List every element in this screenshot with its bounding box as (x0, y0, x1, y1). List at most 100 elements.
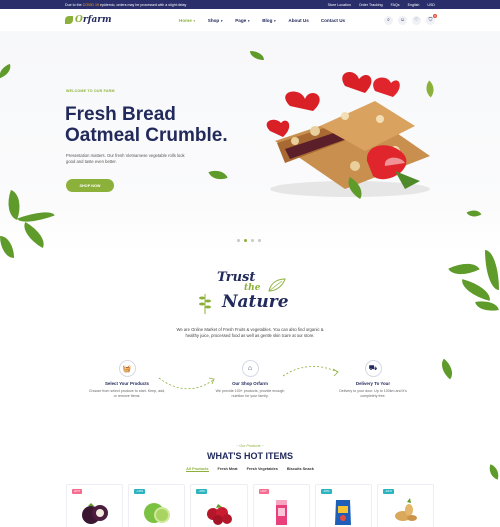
about-text: We are Online Market of Fresh Fruits & v… (176, 327, 324, 339)
search-icon[interactable]: ⌕ (384, 15, 393, 25)
herb-sprig-icon (199, 294, 211, 314)
nav-about-us[interactable]: About Us (288, 18, 308, 23)
nav-page-label: Page (235, 17, 247, 23)
chevron-down-icon: ▼ (220, 18, 224, 23)
tab-all-products[interactable]: All Products (186, 467, 209, 472)
product-tag: HOT (72, 489, 83, 494)
tab-biscuits-snack[interactable]: Biscuits Snack (287, 467, 314, 472)
cart-count-badge: 0 (433, 13, 437, 18)
product-card[interactable]: -20% (190, 484, 248, 527)
hero-slider: WELCOME TO OUR FARM Fresh Bread Oatmeal … (0, 31, 500, 251)
leaf-logo-icon (65, 16, 73, 24)
tab-fresh-meat[interactable]: Fresh Meat (218, 467, 238, 472)
nav-contact-us[interactable]: Contact Us (321, 18, 345, 23)
leaf-icon (466, 206, 482, 221)
faqs-link[interactable]: FAQs (391, 3, 400, 7)
shop-now-button[interactable]: SHOP NOW (66, 179, 114, 192)
topbar-links: Store Location Order Tracking FAQs Engli… (328, 3, 435, 7)
product-tag: HOT (258, 489, 269, 494)
wishlist-icon[interactable]: ♡ (412, 15, 421, 25)
leaf-icon (0, 63, 14, 79)
hot-items-title: WHAT'S HOT ITEMS (207, 451, 293, 461)
snack-bag-icon (335, 500, 352, 525)
logo-text-a: O (75, 15, 83, 25)
covid-notice: Due to the COVID 19 epidemic, orders may… (65, 3, 328, 7)
logo-text: Orfarm (75, 15, 112, 25)
chevron-down-icon: ▼ (247, 18, 251, 23)
slider-dot[interactable] (237, 239, 240, 242)
product-grid: HOT -10% -20% HOT -10% -10% (66, 484, 435, 527)
site-logo[interactable]: Orfarm (65, 15, 135, 25)
language-select[interactable]: English (408, 3, 420, 7)
store-icon: ⌂ (241, 360, 259, 377)
product-card[interactable]: HOT (66, 484, 124, 527)
main-header: Orfarm Home▼ Shop▼ Page▼ Blog▼ About Us … (0, 9, 500, 31)
step-description: Choose from select produce to start. Kee… (88, 389, 166, 398)
slider-dot[interactable] (258, 239, 261, 242)
product-card[interactable]: -10% (128, 484, 186, 527)
product-tag: -20% (196, 489, 208, 494)
leaf-sketch-icon (268, 278, 286, 292)
leaf-icon (208, 166, 228, 184)
leaf-branch-icon (458, 279, 494, 301)
product-card[interactable]: HOT (252, 484, 310, 527)
main-nav: Home▼ Shop▼ Page▼ Blog▼ About Us Contact… (179, 18, 345, 23)
cart-icon[interactable]: ⛉ 0 (426, 13, 437, 25)
step-description: We provide 100+ products, provide enough… (215, 389, 285, 398)
dashed-arrow-icon (158, 377, 215, 390)
leaf-icon (436, 358, 458, 380)
mangosteen-icon (81, 503, 108, 524)
step-title: Our Shop Orfarm (232, 381, 268, 386)
step-our-shop: ⌂ Our Shop Orfarm We provide 100+ produc… (210, 360, 290, 399)
user-icon[interactable]: ☺ (398, 15, 407, 25)
product-tag: -10% (320, 489, 332, 494)
nav-shop-label: Shop (207, 17, 220, 23)
nav-shop[interactable]: Shop▼ (208, 18, 223, 23)
basket-icon: 🧺 (118, 360, 136, 377)
logo-text-b: rfarm (82, 15, 112, 25)
nav-home-label: Home (179, 17, 192, 23)
leaf-icon (250, 51, 264, 60)
product-card[interactable]: -10% (314, 484, 372, 527)
store-location-link[interactable]: Store Location (328, 3, 351, 7)
juice-box-icon (276, 500, 288, 525)
leaf-branch-icon (448, 256, 480, 282)
product-tag: -10% (382, 489, 394, 494)
hero-description: Presentation matters. Our fresh Vietname… (66, 153, 185, 165)
chevron-down-icon: ▼ (192, 18, 196, 23)
leaf-branch-icon (485, 250, 499, 290)
step-title: Select Your Products (105, 381, 149, 386)
dashed-arrow-icon (282, 366, 339, 377)
currency-select[interactable]: USD (427, 3, 435, 7)
cranberry-icon (206, 504, 232, 525)
product-tag: -10% (134, 489, 146, 494)
chevron-down-icon: ▼ (273, 18, 277, 23)
truck-icon: ⛟ (364, 360, 382, 377)
leaf-branch-icon (475, 298, 499, 314)
slider-dot-active[interactable] (244, 239, 247, 242)
products-eyebrow: ~ Our Products ~ (236, 444, 264, 448)
trust-line-3: Nature (222, 292, 289, 312)
nav-home[interactable]: Home▼ (179, 18, 196, 23)
nav-page[interactable]: Page▼ (235, 18, 250, 23)
lime-icon (143, 503, 170, 523)
product-card[interactable]: -10% (376, 484, 435, 527)
tab-fresh-vegetables[interactable]: Fresh Vegetables (247, 467, 278, 472)
slider-dot[interactable] (251, 239, 254, 242)
nav-blog-label: Blog (262, 17, 273, 23)
order-tracking-link[interactable]: Order Tracking (359, 3, 383, 7)
step-title: Delivery To Your (355, 381, 391, 386)
top-announcement-bar: Due to the COVID 19 epidemic, orders may… (0, 0, 500, 9)
slider-pagination (237, 239, 261, 242)
step-description: Delivery to your door. Up to 100km and i… (339, 389, 407, 398)
hero-eyebrow: WELCOME TO OUR FARM (66, 89, 115, 93)
notice-suffix: epidemic, orders may be processed with a… (99, 2, 187, 7)
nav-blog[interactable]: Blog▼ (262, 18, 276, 23)
hero-title: Fresh Bread Oatmeal Crumble. (65, 104, 228, 146)
notice-highlight: COVID 19 (82, 2, 99, 7)
header-icons: ⌕ ☺ ♡ ⛉ 0 (384, 13, 437, 25)
step-delivery: ⛟ Delivery To Your Delivery to your door… (333, 360, 413, 399)
notice-prefix: Due to the (65, 2, 82, 7)
ginger-icon (395, 498, 418, 521)
step-select-products: 🧺 Select Your Products Choose from selec… (87, 360, 167, 399)
